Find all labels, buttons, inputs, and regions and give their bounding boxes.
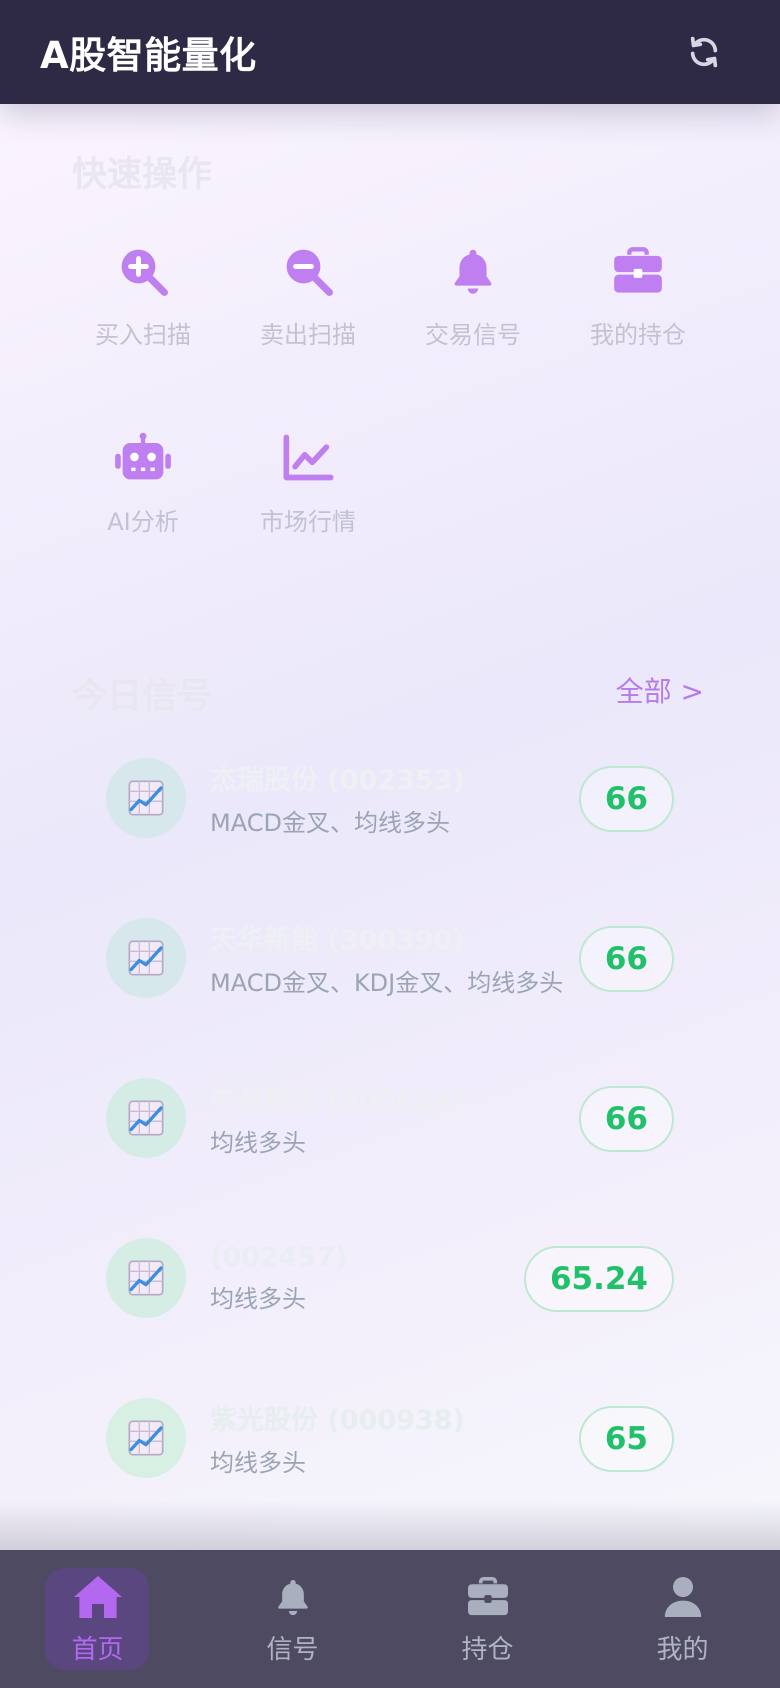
signal-avatar [106, 1238, 186, 1318]
bottom-tab-bar: 首页 信号 持仓 我的 [0, 1550, 780, 1688]
quick-action-label: AI分析 [107, 507, 179, 536]
zoom-in-icon [113, 241, 173, 301]
quick-action-label: 交易信号 [425, 320, 521, 349]
signal-card[interactable]: 杰瑞股份 (002353) MACD金叉、均线多头 66 [74, 728, 708, 868]
quick-action-label: 我的持仓 [590, 320, 686, 349]
quick-action-ai-analysis[interactable]: AI分析 [63, 402, 223, 562]
tab-label: 持仓 [461, 1634, 514, 1665]
tabbar-shadow [0, 1500, 780, 1550]
chart-increasing-icon [128, 780, 164, 816]
chart-increasing-icon [128, 1260, 164, 1296]
bell-icon [443, 241, 503, 301]
signal-avatar [106, 758, 186, 838]
quick-action-my-holdings[interactable]: 我的持仓 [558, 215, 718, 375]
line-chart-icon [278, 428, 338, 488]
quick-action-buy-scan[interactable]: 买入扫描 [63, 215, 223, 375]
tab-label: 我的 [656, 1634, 709, 1665]
quick-actions-title: 快速操作 [72, 155, 213, 195]
tab-label: 信号 [266, 1634, 319, 1665]
briefcase-icon [462, 1573, 514, 1621]
see-all-link[interactable]: 全部 > [616, 670, 704, 710]
tab-signals[interactable]: 信号 [195, 1550, 390, 1688]
signal-card[interactable]: 紫光股份 (000938) 均线多头 65 [74, 1368, 708, 1508]
signals-title: 今日信号 [72, 677, 213, 717]
quick-action-label: 买入扫描 [95, 320, 191, 349]
chart-increasing-icon [128, 1100, 164, 1136]
signal-avatar [106, 1398, 186, 1478]
app-title: A股智能量化 [40, 34, 257, 77]
robot-icon [113, 428, 173, 488]
app-header: A股智能量化 [0, 0, 780, 104]
signal-avatar [106, 918, 186, 998]
tab-home[interactable]: 首页 [0, 1550, 195, 1688]
bell-icon [267, 1573, 319, 1621]
signal-avatar [106, 1078, 186, 1158]
signal-score-badge: 66 [578, 926, 674, 992]
briefcase-icon [608, 241, 668, 301]
tab-holdings[interactable]: 持仓 [390, 1550, 585, 1688]
zoom-out-icon [278, 241, 338, 301]
refresh-icon [690, 36, 718, 68]
refresh-button[interactable] [684, 32, 724, 72]
signal-score-badge: 65 [578, 1406, 674, 1472]
signal-score-badge: 66 [578, 766, 674, 832]
home-icon [72, 1573, 124, 1621]
signal-score-badge: 65.24 [523, 1246, 674, 1312]
quick-action-label: 卖出扫描 [260, 320, 356, 349]
quick-action-market-quotes[interactable]: 市场行情 [228, 402, 388, 562]
signal-score-badge: 66 [578, 1086, 674, 1152]
chart-increasing-icon [128, 1420, 164, 1456]
signal-card[interactable]: 中石科技 (300684) 均线多头 66 [74, 1048, 708, 1188]
quick-action-label: 市场行情 [260, 507, 356, 536]
quick-action-sell-scan[interactable]: 卖出扫描 [228, 215, 388, 375]
signal-card[interactable]: 天华新能 (300390) MACD金叉、KDJ金叉、均线多头 66 [74, 888, 708, 1028]
signal-card[interactable]: (002457) 均线多头 65.24 [74, 1208, 708, 1348]
tab-profile[interactable]: 我的 [585, 1550, 780, 1688]
quick-action-trade-signals[interactable]: 交易信号 [393, 215, 553, 375]
tab-label: 首页 [71, 1634, 124, 1665]
user-icon [657, 1573, 709, 1621]
chart-increasing-icon [128, 940, 164, 976]
